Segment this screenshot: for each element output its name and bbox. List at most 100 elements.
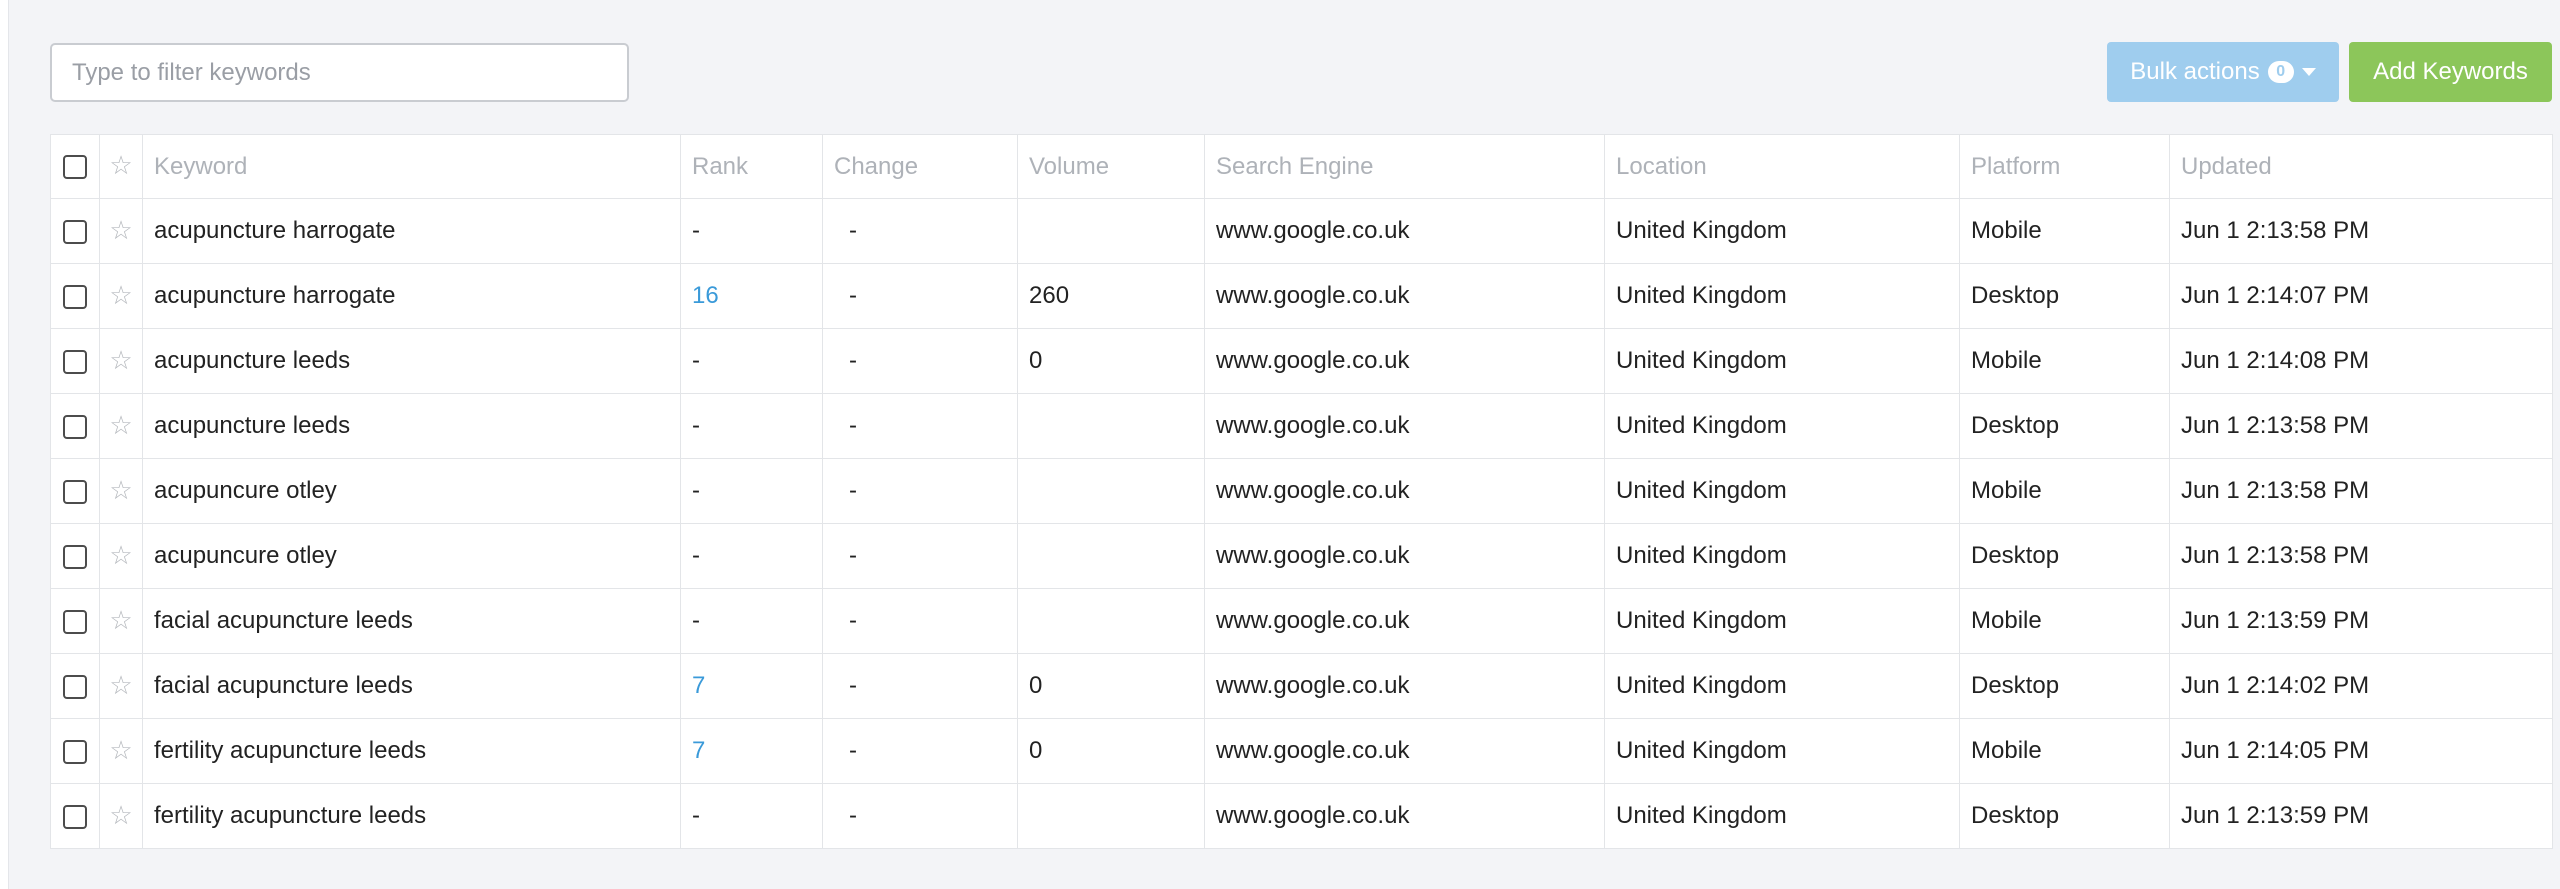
toolbar: Bulk actions 0 Add Keywords (0, 0, 2560, 120)
star-icon[interactable]: ☆ (109, 475, 132, 505)
volume-cell: 0 (1017, 328, 1205, 394)
bulk-actions-label: Bulk actions (2130, 58, 2260, 85)
row-select-cell (50, 523, 100, 589)
star-icon[interactable]: ☆ (109, 345, 132, 375)
column-header-volume[interactable]: Volume (1017, 134, 1205, 199)
location-cell: United Kingdom (1604, 653, 1960, 719)
rank-cell: - (680, 328, 823, 394)
row-select-cell (50, 783, 100, 849)
volume-cell (1017, 198, 1205, 264)
search-engine-cell: www.google.co.uk (1204, 783, 1605, 849)
star-icon[interactable]: ☆ (109, 410, 132, 440)
location-cell: United Kingdom (1604, 783, 1960, 849)
rank-cell: - (680, 523, 823, 589)
bulk-actions-button[interactable]: Bulk actions 0 (2107, 42, 2339, 102)
row-checkbox[interactable] (63, 219, 87, 244)
star-icon[interactable]: ☆ (109, 670, 132, 700)
add-keywords-button[interactable]: Add Keywords (2349, 42, 2552, 102)
star-icon[interactable]: ☆ (109, 800, 132, 830)
star-icon[interactable]: ☆ (109, 605, 132, 635)
star-icon[interactable]: ☆ (109, 540, 132, 570)
column-header-search-engine[interactable]: Search Engine (1204, 134, 1605, 199)
star-icon[interactable]: ☆ (109, 280, 132, 310)
row-star-cell: ☆ (99, 393, 143, 459)
row-checkbox[interactable] (63, 674, 87, 699)
platform-cell: Desktop (1959, 393, 2170, 459)
platform-cell: Desktop (1959, 783, 2170, 849)
column-header-change[interactable]: Change (822, 134, 1018, 199)
row-star-cell: ☆ (99, 523, 143, 589)
search-engine-cell: www.google.co.uk (1204, 393, 1605, 459)
location-cell: United Kingdom (1604, 198, 1960, 264)
left-edge-panel (0, 0, 9, 889)
search-engine-cell: www.google.co.uk (1204, 328, 1605, 394)
add-keywords-label: Add Keywords (2373, 58, 2528, 85)
keyword-cell: acupuncure otley (142, 458, 681, 524)
column-header-platform[interactable]: Platform (1959, 134, 2170, 199)
keyword-cell: acupuncture leeds (142, 393, 681, 459)
star-icon[interactable]: ☆ (109, 735, 132, 765)
table-row: ☆ acupuncture leeds - - www.google.co.uk Unit… (50, 393, 2553, 459)
header-star-cell: ☆ (99, 134, 143, 199)
keyword-cell: facial acupuncture leeds (142, 653, 681, 719)
platform-cell: Mobile (1959, 588, 2170, 654)
row-checkbox[interactable] (63, 284, 87, 309)
table-header: ☆ Keyword Rank Change Volume Search Engi… (50, 134, 2553, 199)
row-checkbox[interactable] (63, 739, 87, 764)
header-row: ☆ Keyword Rank Change Volume Search Engi… (50, 134, 2553, 199)
search-engine-cell: www.google.co.uk (1204, 523, 1605, 589)
location-cell: United Kingdom (1604, 393, 1960, 459)
location-cell: United Kingdom (1604, 588, 1960, 654)
keyword-cell: facial acupuncture leeds (142, 588, 681, 654)
rank-link[interactable]: 7 (692, 737, 705, 764)
rank-link[interactable]: 7 (692, 672, 705, 699)
row-star-cell: ☆ (99, 458, 143, 524)
change-cell: - (822, 718, 1018, 784)
row-star-cell: ☆ (99, 653, 143, 719)
change-cell: - (822, 198, 1018, 264)
change-cell: - (822, 783, 1018, 849)
table-row: ☆ fertility acupuncture leeds 7 -0 www.googl… (50, 718, 2553, 784)
volume-cell (1017, 523, 1205, 589)
row-select-cell (50, 198, 100, 264)
row-checkbox[interactable] (63, 349, 87, 374)
row-checkbox[interactable] (63, 479, 87, 504)
select-all-checkbox[interactable] (63, 155, 87, 180)
table-row: ☆ acupuncure otley - - www.google.co.uk Unite… (50, 458, 2553, 524)
search-engine-cell: www.google.co.uk (1204, 198, 1605, 264)
table-row: ☆ acupuncture harrogate - - www.google.co.uk… (50, 198, 2553, 264)
change-cell: - (822, 328, 1018, 394)
star-icon[interactable]: ☆ (109, 215, 132, 245)
row-checkbox[interactable] (63, 804, 87, 829)
row-checkbox[interactable] (63, 609, 87, 634)
column-header-location[interactable]: Location (1604, 134, 1960, 199)
row-select-cell (50, 458, 100, 524)
column-header-rank[interactable]: Rank (680, 134, 823, 199)
volume-cell (1017, 458, 1205, 524)
row-star-cell: ☆ (99, 783, 143, 849)
row-star-cell: ☆ (99, 263, 143, 329)
updated-cell: Jun 1 2:14:05 PM (2169, 718, 2553, 784)
location-cell: United Kingdom (1604, 263, 1960, 329)
volume-cell: 0 (1017, 718, 1205, 784)
column-header-keyword[interactable]: Keyword (142, 134, 681, 199)
keyword-filter-input[interactable] (50, 43, 629, 102)
rank-cell: 7 (680, 718, 823, 784)
updated-cell: Jun 1 2:14:08 PM (2169, 328, 2553, 394)
rank-cell: 7 (680, 653, 823, 719)
column-header-updated[interactable]: Updated (2169, 134, 2553, 199)
row-select-cell (50, 328, 100, 394)
row-select-cell (50, 653, 100, 719)
search-engine-cell: www.google.co.uk (1204, 588, 1605, 654)
updated-cell: Jun 1 2:13:58 PM (2169, 523, 2553, 589)
rank-cell: - (680, 458, 823, 524)
row-checkbox[interactable] (63, 414, 87, 439)
table-row: ☆ acupuncture harrogate 16 -260 www.google.c… (50, 263, 2553, 329)
rank-link[interactable]: 16 (692, 282, 719, 309)
location-cell: United Kingdom (1604, 718, 1960, 784)
row-checkbox[interactable] (63, 544, 87, 569)
star-icon[interactable]: ☆ (109, 150, 132, 180)
row-select-cell (50, 263, 100, 329)
search-engine-cell: www.google.co.uk (1204, 653, 1605, 719)
change-cell: - (822, 588, 1018, 654)
